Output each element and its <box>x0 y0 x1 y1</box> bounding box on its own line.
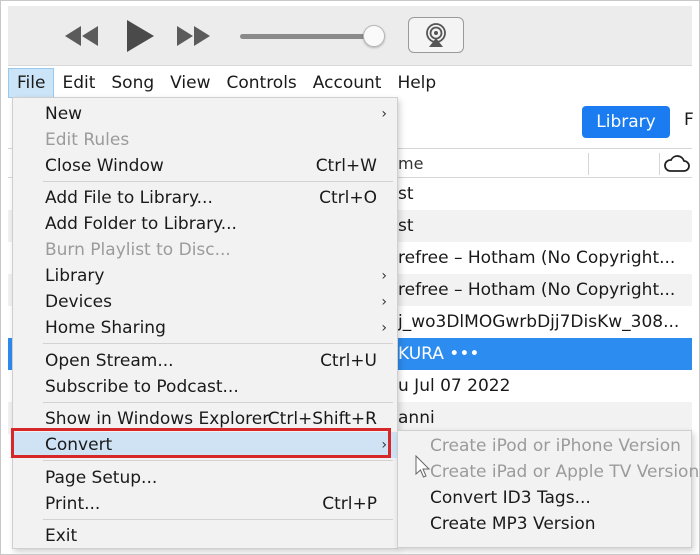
menu-account[interactable]: Account <box>305 68 390 98</box>
menu-item-label: Create iPod or iPhone Version <box>430 436 681 456</box>
menu-item-page-setup[interactable]: Page Setup... <box>13 465 397 491</box>
menu-shortcut: Ctrl+O <box>319 188 377 208</box>
menu-item-exit[interactable]: Exit <box>13 523 397 549</box>
row-title: st <box>398 184 414 204</box>
menu-item-new[interactable]: New › <box>13 101 397 127</box>
library-button[interactable]: Library <box>582 106 670 138</box>
menu-item-label: Devices <box>45 292 112 312</box>
row-title: refree – Hotham (No Copyright... <box>398 280 676 300</box>
menu-item-label: Close Window <box>45 156 164 176</box>
row-title: KURA ••• <box>398 344 480 364</box>
submenu-item-ipod-iphone: Create iPod or iPhone Version <box>398 433 691 459</box>
menu-shortcut: Ctrl+P <box>322 494 377 514</box>
submenu-item-create-mp3[interactable]: Create MP3 Version <box>398 511 691 537</box>
menu-item-label: Convert ID3 Tags... <box>430 488 591 508</box>
menu-item-label: New <box>45 104 83 124</box>
submenu-item-ipad-appletv: Create iPad or Apple TV Version <box>398 459 699 485</box>
menu-item-label: Open Stream... <box>45 351 174 371</box>
rewind-button[interactable] <box>60 20 104 52</box>
volume-slider[interactable] <box>240 34 380 39</box>
menu-edit[interactable]: Edit <box>54 68 103 98</box>
menu-item-label: Print... <box>45 494 101 514</box>
menu-item-label: Subscribe to Podcast... <box>45 377 239 397</box>
volume-slider-knob[interactable] <box>363 25 385 47</box>
column-divider <box>659 153 660 175</box>
menu-separator <box>43 519 393 520</box>
chevron-right-icon: › <box>381 268 387 284</box>
menu-item-burn-playlist: Burn Playlist to Disc... <box>13 237 397 263</box>
menu-item-devices[interactable]: Devices › <box>13 289 397 315</box>
menu-help[interactable]: Help <box>389 68 444 98</box>
chevron-right-icon: › <box>381 294 387 310</box>
menu-file[interactable]: File <box>8 68 55 98</box>
fast-forward-button[interactable] <box>172 20 216 52</box>
menu-item-label: Add Folder to Library... <box>45 214 237 234</box>
menu-song[interactable]: Song <box>103 68 162 98</box>
play-icon <box>127 20 154 52</box>
menu-item-subscribe-podcast[interactable]: Subscribe to Podcast... <box>13 374 397 400</box>
fast-forward-icon <box>177 26 210 46</box>
menu-item-print[interactable]: Print... Ctrl+P <box>13 491 397 517</box>
annotation-highlight-box <box>11 428 391 458</box>
menu-view[interactable]: View <box>162 68 218 98</box>
row-title: st <box>398 216 414 236</box>
menu-item-label: Edit Rules <box>45 130 130 150</box>
menu-item-label: Create MP3 Version <box>430 514 596 534</box>
menu-separator <box>43 460 393 461</box>
airplay-icon <box>426 23 446 47</box>
menu-item-library[interactable]: Library › <box>13 263 397 289</box>
player-toolbar <box>8 6 692 66</box>
menu-item-home-sharing[interactable]: Home Sharing › <box>13 315 397 341</box>
menu-item-add-file[interactable]: Add File to Library... Ctrl+O <box>13 185 397 211</box>
airplay-button[interactable] <box>408 17 464 53</box>
chevron-right-icon: › <box>381 106 387 122</box>
rewind-icon <box>65 26 98 46</box>
column-name-header[interactable]: me <box>398 154 423 173</box>
mouse-cursor-icon <box>415 455 431 478</box>
menu-item-label: Home Sharing <box>45 318 166 338</box>
next-tab-label[interactable]: F <box>684 110 694 130</box>
menu-item-label: Burn Playlist to Disc... <box>45 240 231 260</box>
row-title: refree – Hotham (No Copyright... <box>398 248 676 268</box>
menu-item-label: Exit <box>45 526 78 546</box>
row-title: u Jul 07 2022 <box>398 376 511 396</box>
submenu-item-convert-id3[interactable]: Convert ID3 Tags... <box>398 485 691 511</box>
column-divider <box>588 153 589 175</box>
menu-item-add-folder[interactable]: Add Folder to Library... <box>13 211 397 237</box>
menu-item-close-window[interactable]: Close Window Ctrl+W <box>13 153 397 179</box>
menu-controls[interactable]: Controls <box>218 68 304 98</box>
itunes-window: File Edit Song View Controls Account Hel… <box>0 0 700 555</box>
menu-item-label: Library <box>45 266 105 286</box>
convert-submenu: Create iPod or iPhone Version Create iPa… <box>397 430 699 548</box>
menu-item-open-stream[interactable]: Open Stream... Ctrl+U <box>13 348 397 374</box>
menu-separator <box>43 402 393 403</box>
menu-shortcut: Ctrl+W <box>315 156 377 176</box>
row-title: j_wo3DlMOGwrbDjj7DisKw_308... <box>398 312 680 332</box>
file-menu-dropdown: New › Edit Rules Close Window Ctrl+W Add… <box>12 97 398 549</box>
play-button[interactable] <box>118 16 162 56</box>
menu-item-label: Create iPad or Apple TV Version <box>430 462 700 482</box>
chevron-right-icon: › <box>381 320 387 336</box>
cloud-icon <box>664 155 690 172</box>
menu-separator <box>43 181 393 182</box>
menu-bar: File Edit Song View Controls Account Hel… <box>8 68 692 98</box>
menu-shortcut: Ctrl+U <box>320 351 377 371</box>
menu-item-label: Page Setup... <box>45 468 158 488</box>
menu-separator <box>43 343 393 344</box>
menu-item-label: Add File to Library... <box>45 188 213 208</box>
menu-item-edit-rules: Edit Rules <box>13 127 397 153</box>
